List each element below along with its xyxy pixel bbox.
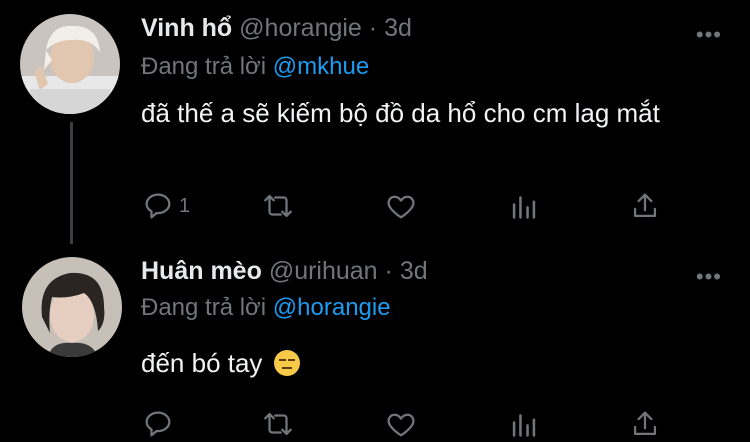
tweet-text: đã thế a sẽ kiếm bộ đồ da hổ cho cm lag … — [141, 98, 660, 128]
tweet-actions: 1 — [141, 188, 671, 224]
tweet-actions — [141, 406, 671, 442]
share-button[interactable] — [628, 406, 662, 442]
user-handle[interactable]: @urihuan — [269, 257, 378, 285]
more-options-icon[interactable]: ••• — [696, 264, 722, 290]
timestamp[interactable]: 3d — [384, 14, 412, 42]
replying-to: Đang trả lời @mkhue — [141, 53, 369, 81]
like-button[interactable] — [384, 406, 418, 442]
analytics-button[interactable] — [507, 188, 541, 224]
avatar-vinh[interactable] — [20, 14, 120, 114]
like-button[interactable] — [384, 188, 418, 224]
replying-to-handle[interactable]: @horangie — [273, 294, 391, 321]
replying-prefix: Đang trả lời — [141, 53, 267, 80]
retweet-button[interactable] — [261, 188, 295, 224]
tweet-1[interactable]: Vinh hổ @horangie · 3d ••• Đang trả lời … — [0, 0, 750, 250]
retweet-icon — [264, 412, 292, 436]
display-name[interactable]: Huân mèo — [141, 257, 262, 285]
reply-button[interactable] — [141, 406, 175, 442]
reply-icon — [145, 193, 171, 219]
reply-count: 1 — [179, 194, 191, 217]
separator-dot: · — [368, 14, 378, 42]
share-icon — [633, 193, 657, 218]
tweet-header: Huân mèo @urihuan · 3d — [141, 257, 428, 293]
replying-prefix: Đang trả lời — [141, 294, 267, 321]
expressionless-face-emoji-icon — [273, 350, 300, 376]
analytics-icon — [512, 414, 536, 437]
user-handle[interactable]: @horangie — [239, 14, 362, 42]
separator-dot: · — [384, 257, 393, 285]
analytics-icon — [512, 196, 536, 219]
analytics-button[interactable] — [507, 406, 541, 442]
thread-connector-line — [70, 122, 73, 244]
replying-to: Đang trả lời @horangie — [141, 294, 391, 322]
more-options-icon[interactable]: ••• — [696, 22, 722, 48]
tweet-text: đến bó tay — [141, 348, 263, 378]
share-icon — [633, 411, 657, 436]
like-icon — [387, 413, 415, 437]
reply-button[interactable]: 1 — [141, 188, 190, 224]
share-button[interactable] — [628, 188, 662, 224]
display-name[interactable]: Vinh hổ — [141, 14, 232, 42]
timestamp[interactable]: 3d — [400, 257, 428, 285]
avatar-huan[interactable] — [22, 257, 122, 357]
reply-icon — [145, 411, 171, 437]
tweet-text-row: đến bó tay — [141, 344, 711, 382]
like-icon — [387, 195, 415, 219]
tweet-header: Vinh hổ @horangie · 3d — [141, 14, 412, 50]
replying-to-handle[interactable]: @mkhue — [273, 53, 369, 80]
retweet-icon — [264, 194, 292, 218]
retweet-button[interactable] — [261, 406, 295, 442]
tweet-2[interactable]: Huân mèo @urihuan · 3d ••• Đang trả lời … — [0, 250, 750, 437]
